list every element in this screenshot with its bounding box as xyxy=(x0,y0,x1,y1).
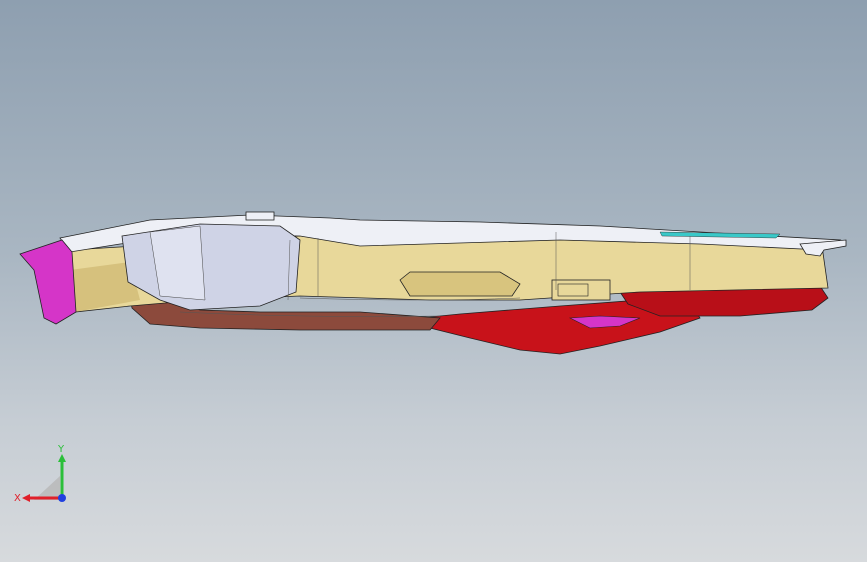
side-latch[interactable] xyxy=(551,279,611,301)
triad-plane xyxy=(34,476,60,500)
x-axis-arrow xyxy=(22,494,30,502)
cad-model[interactable] xyxy=(0,0,867,562)
orientation-triad[interactable]: Y X xyxy=(12,440,82,510)
graphics-viewport[interactable]: Y X xyxy=(0,0,867,562)
x-axis-label: X xyxy=(14,493,21,504)
top-tab[interactable] xyxy=(245,211,275,221)
left-end-cap[interactable] xyxy=(19,239,77,325)
y-axis-label: Y xyxy=(57,444,65,455)
y-axis-arrow xyxy=(58,454,66,462)
z-axis-dot xyxy=(58,494,66,502)
center-rib[interactable] xyxy=(399,271,521,297)
